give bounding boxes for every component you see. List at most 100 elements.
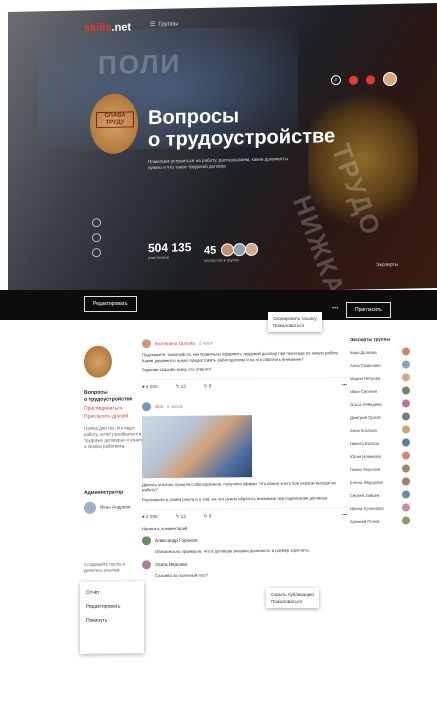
members-stat: 504 135 участников	[148, 240, 192, 261]
expert-name[interactable]: Юлия Новикова	[350, 453, 381, 458]
twitter-icon[interactable]	[92, 233, 101, 243]
invite-friends-link[interactable]: Пригласить друзей	[84, 413, 128, 420]
invite-button[interactable]: Пригласить	[346, 302, 391, 318]
expert-avatar[interactable]	[402, 360, 410, 369]
post-options-popup: Скрыть публикацию Пожаловаться	[266, 588, 319, 608]
expert-row[interactable]: Мария Петрова	[350, 373, 410, 382]
expert-avatar[interactable]	[402, 438, 410, 447]
expert-name[interactable]: Анна Козлова	[350, 427, 377, 432]
post-text: Делюсь опытом: прошла собеседование, пол…	[142, 479, 336, 493]
sidebar-group-title: Вопросы о трудоустройстве	[84, 389, 133, 403]
more-icon[interactable]: •••	[342, 382, 347, 388]
more-icon[interactable]: •••	[342, 512, 347, 518]
messages-icon[interactable]	[366, 74, 375, 85]
group-content: Вопросы о трудоустройстве Присоединиться…	[70, 326, 437, 703]
facebook-icon[interactable]	[92, 218, 101, 228]
expert-row[interactable]: Дмитрий Орлов	[350, 412, 410, 421]
post-actions: ♥ 4 030 ✎ 12 ↻ 8 •••	[142, 376, 347, 391]
expert-row[interactable]: Елена Фёдорова	[350, 477, 410, 486]
expert-row[interactable]: Никита Волков	[350, 438, 410, 447]
post-author-name[interactable]: Екатерина Орлова	[155, 341, 195, 346]
expert-row[interactable]: Ольга Лебедева	[350, 399, 410, 408]
post-time: 5 часов	[166, 403, 183, 409]
post-author-avatar[interactable]	[142, 339, 151, 349]
expert-row[interactable]: Юлия Новикова	[350, 451, 410, 460]
social-links	[92, 218, 101, 258]
site-logo[interactable]: skills.net	[84, 21, 131, 34]
share-button[interactable]: ↻ 8	[204, 513, 212, 519]
header-icons: ⌕	[331, 71, 397, 87]
expert-row[interactable]: Павел Морозов	[350, 464, 410, 473]
expert-row[interactable]: Алексей Попов	[350, 516, 410, 525]
expert-avatar[interactable]	[402, 477, 410, 486]
comment-author-avatar[interactable]	[142, 536, 151, 546]
expert-name[interactable]: Алексей Попов	[350, 518, 380, 523]
expert-name[interactable]: Ольга Лебедева	[350, 401, 382, 406]
vk-icon[interactable]	[92, 248, 101, 258]
expert-avatar[interactable]	[402, 503, 410, 512]
expert-name[interactable]: Анна Смирнова	[350, 362, 381, 367]
post-text: Заранее спасибо всем, кто ответит!	[142, 366, 212, 373]
expert-avatar[interactable]	[402, 373, 410, 382]
dropdown-item[interactable]: Редактировать	[86, 599, 138, 614]
expert-name[interactable]: Елена Фёдорова	[350, 479, 383, 484]
post-author-avatar[interactable]	[142, 401, 151, 412]
post-text: Подскажите, пожалуйста, как правильно оф…	[142, 350, 339, 363]
groups-menu[interactable]: ☰ Группы	[150, 20, 178, 28]
expert-avatar[interactable]	[402, 412, 410, 421]
expert-row[interactable]: Анна Козлова	[350, 425, 410, 434]
comment-button[interactable]: ✎ 12	[176, 384, 186, 390]
expert-row[interactable]: Анна Смирнова	[350, 360, 410, 369]
post-author-name[interactable]: Ася	[155, 404, 163, 409]
expert-row[interactable]: Иван Сергеев	[350, 386, 410, 395]
join-link[interactable]: Присоединиться	[84, 405, 123, 412]
more-icon[interactable]: •••	[332, 306, 338, 312]
admin-name[interactable]: Иван Андреев	[100, 504, 130, 509]
expert-name[interactable]: Ирина Кузнецова	[350, 505, 384, 510]
expert-row[interactable]: Ирина Кузнецова	[350, 503, 410, 512]
share-button[interactable]: ↻ 8	[204, 383, 212, 389]
expert-avatar[interactable]	[402, 490, 410, 499]
comment-author-name[interactable]: Александр Горюнов	[155, 538, 198, 543]
admin-avatar[interactable]	[84, 501, 96, 514]
hide-post-item[interactable]: Скрыть публикацию	[271, 591, 314, 598]
expert-name[interactable]: Кира Дьякова	[350, 349, 377, 354]
expert-avatar[interactable]	[402, 425, 410, 434]
comment-author-avatar[interactable]	[142, 559, 151, 569]
expert-name[interactable]: Никита Волков	[350, 440, 379, 445]
search-icon[interactable]: ⌕	[331, 75, 341, 86]
expert-name[interactable]: Павел Морозов	[350, 466, 380, 471]
expert-avatar[interactable]	[402, 464, 410, 473]
expert-avatar[interactable]	[402, 347, 410, 356]
like-button[interactable]: ♥ 4 030	[142, 514, 158, 520]
copy-link-item[interactable]: Скопировать ссылку	[273, 315, 317, 322]
report-post-item[interactable]: Пожаловаться	[271, 598, 314, 605]
post-photo[interactable]	[142, 414, 252, 479]
write-comment-link[interactable]: Написать комментарий	[142, 524, 347, 532]
comment-author-name[interactable]: Злата Иванова	[155, 562, 187, 567]
expert-avatar[interactable]	[402, 516, 410, 525]
edit-group-button[interactable]: Редактировать	[84, 296, 137, 312]
top-bar: skills.net ☰ Группы	[8, 3, 437, 42]
comment-text: Спасибо за полезный пост!	[155, 572, 209, 578]
expert-name[interactable]: Иван Сергеев	[350, 388, 377, 393]
post-feed: Екатерина Орлова 2 часа Подскажите, пожа…	[142, 337, 347, 578]
dropdown-item[interactable]: Покинуть	[86, 613, 138, 628]
notifications-icon[interactable]	[349, 75, 358, 85]
expert-row[interactable]: Кира Дьякова	[350, 347, 410, 356]
comment-button[interactable]: ✎ 12	[176, 513, 186, 519]
expert-avatar[interactable]	[402, 451, 410, 460]
like-button[interactable]: ♥ 4 030	[142, 384, 158, 390]
expert-name[interactable]: Дмитрий Орлов	[350, 414, 381, 419]
dropdown-item[interactable]: Отчёт	[86, 585, 138, 600]
expert-name[interactable]: Сергей Зайцев	[350, 492, 379, 497]
post-actions: ♥ 4 030 ✎ 12 ↻ 8 •••	[142, 506, 347, 520]
expert-name[interactable]: Мария Петрова	[350, 375, 380, 380]
expert-row[interactable]: Сергей Зайцев	[350, 490, 410, 499]
post-card: Ася 5 часов Делюсь опытом: прошла собесе…	[142, 400, 347, 579]
expert-avatar[interactable]	[402, 399, 410, 408]
sidebar-description: Группа для тех, кто ищет работу, хочет р…	[84, 425, 144, 449]
experts-stat[interactable]: 45 экспертов в группе	[204, 242, 259, 263]
user-avatar[interactable]	[383, 71, 397, 87]
expert-avatar[interactable]	[402, 386, 410, 395]
